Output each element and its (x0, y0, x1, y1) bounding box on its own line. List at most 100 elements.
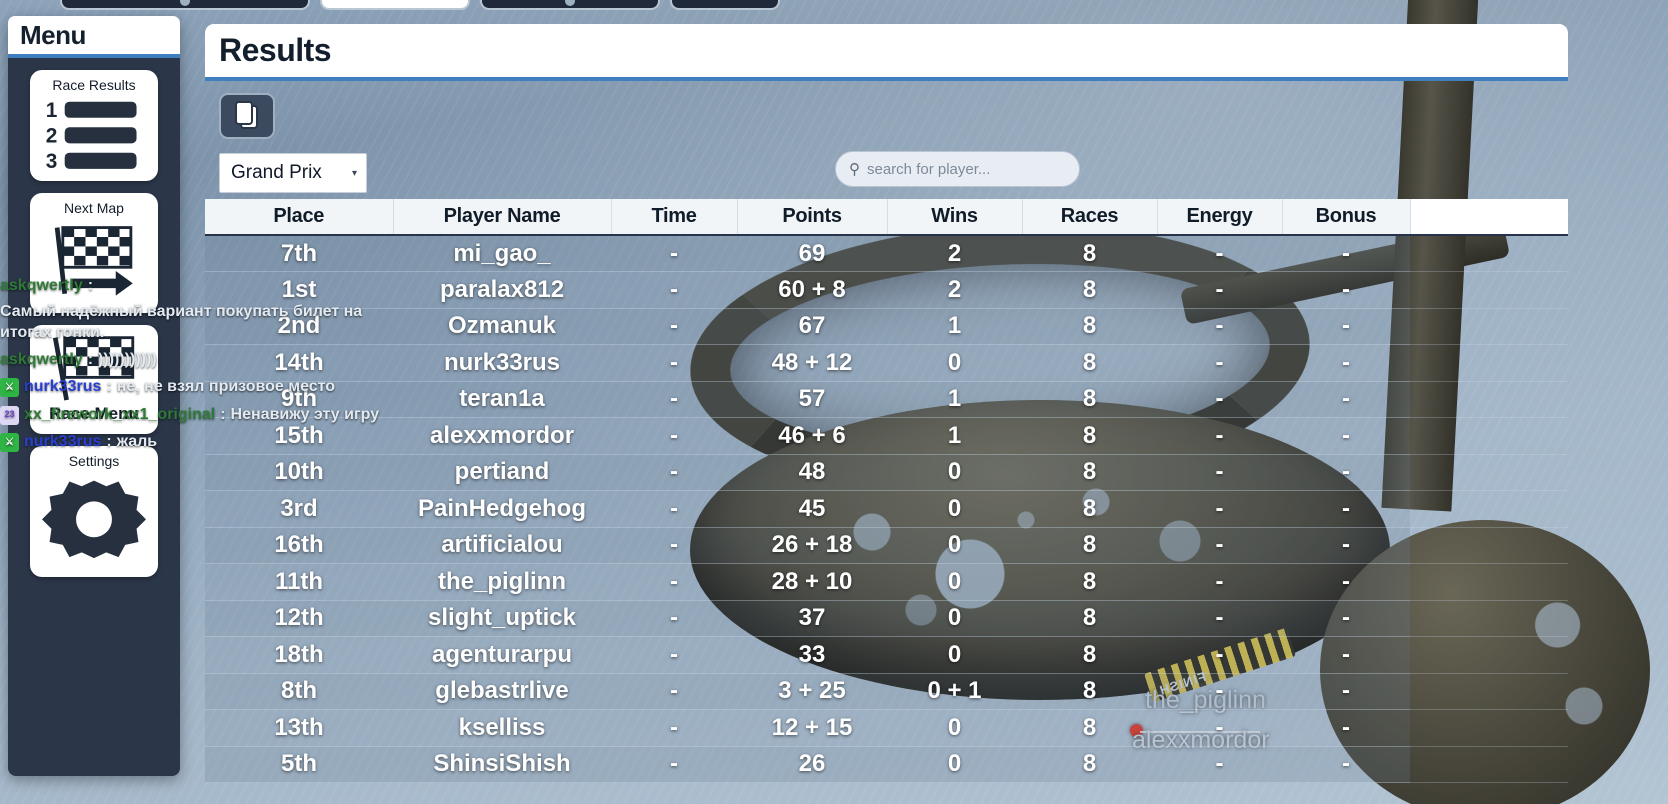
column-header-points[interactable]: Points (737, 199, 888, 235)
cell-wins: 0 (887, 563, 1022, 601)
cell-name: mi_gao_ (393, 235, 611, 272)
cell-races: 8 (1022, 308, 1157, 345)
column-header-races[interactable]: Races (1022, 199, 1158, 235)
cell-spacer (1410, 417, 1568, 455)
cell-time: - (611, 417, 737, 455)
search-input[interactable] (867, 160, 1066, 178)
svg-text:3: 3 (46, 150, 58, 171)
sidebar-item-race-menu[interactable]: Race Menu (30, 324, 158, 434)
cell-wins: 0 (887, 600, 1022, 637)
cell-bonus: - (1282, 308, 1410, 345)
column-header-wins[interactable]: Wins (887, 199, 1023, 235)
cell-energy: - (1157, 490, 1282, 528)
table-row[interactable]: 16th artificialou -26 + 18 0 8- - (205, 527, 1568, 564)
table-row[interactable]: 2nd Ozmanuk -67 1 8- - (205, 308, 1568, 345)
cell-time: - (611, 381, 737, 418)
cell-name: alexxmordor (393, 417, 611, 455)
cell-energy: - (1157, 709, 1282, 747)
cell-name: the_piglinn (393, 563, 611, 601)
cell-place: 14th (205, 344, 393, 382)
cell-races: 8 (1022, 417, 1157, 455)
cell-spacer (1410, 344, 1568, 382)
column-header-time[interactable]: Time (611, 199, 738, 235)
cell-spacer (1410, 600, 1568, 637)
cell-wins: 1 (887, 308, 1022, 345)
table-row[interactable]: 11th the_piglinn -28 + 10 0 8- - (205, 563, 1568, 601)
cell-time: - (611, 490, 737, 528)
cell-energy: - (1157, 417, 1282, 455)
cell-races: 8 (1022, 746, 1157, 783)
sidebar-item-race-results[interactable]: Race Results 1 2 3 (30, 70, 158, 181)
sidebar-menu: Menu Race Results 1 2 3 Next Map Race Me… (8, 16, 180, 776)
cell-spacer (1410, 381, 1568, 418)
table-row[interactable]: 14th nurk33rus -48 + 12 0 8- - (205, 344, 1568, 382)
copy-button[interactable] (219, 93, 275, 139)
cell-name: slight_uptick (393, 600, 611, 637)
table-row[interactable]: 7th mi_gao_ -69 2 8- - (205, 235, 1568, 272)
results-toolbar: Grand Prix ▾ ⚲ (205, 81, 1568, 199)
cell-energy: - (1157, 308, 1282, 345)
table-row[interactable]: 9th teran1a -57 1 8- - (205, 381, 1568, 418)
cell-spacer (1410, 235, 1568, 272)
cell-place: 2nd (205, 308, 393, 345)
tab-dot-icon (565, 0, 575, 6)
cell-bonus: - (1282, 271, 1410, 309)
cell-time: - (611, 636, 737, 674)
top-tab-3[interactable] (480, 0, 660, 10)
cell-time: - (611, 235, 737, 272)
table-row[interactable]: 10th pertiand -48 0 8- - (205, 454, 1568, 491)
cell-points: 57 (737, 381, 887, 418)
column-header-energy[interactable]: Energy (1157, 199, 1283, 235)
cell-place: 11th (205, 563, 393, 601)
top-tab-1[interactable] (60, 0, 310, 10)
top-tab-4[interactable] (670, 0, 780, 10)
table-row[interactable]: 13th kselliss -12 + 15 0 8- - (205, 709, 1568, 747)
cell-points: 46 + 6 (737, 417, 887, 455)
cell-time: - (611, 454, 737, 491)
table-row[interactable]: 1st paralax812-60 + 828-- (205, 271, 1568, 309)
cell-energy: - (1157, 673, 1282, 710)
table-row[interactable]: 15th alexxmordor -46 + 618-- (205, 417, 1568, 455)
column-header-player-name[interactable]: Player Name (393, 199, 612, 235)
cell-points: 69 (737, 235, 887, 272)
table-row[interactable]: 5th ShinsiShish -26 0 8- - (205, 746, 1568, 783)
cell-time: - (611, 673, 737, 710)
cell-wins: 0 (887, 454, 1022, 491)
copy-icon (235, 101, 258, 129)
cell-bonus: - (1282, 235, 1410, 272)
mode-select[interactable]: Grand Prix ▾ (219, 153, 367, 193)
cell-energy: - (1157, 600, 1282, 637)
cell-points: 45 (737, 490, 887, 528)
cell-bonus: - (1282, 381, 1410, 418)
cell-spacer (1410, 490, 1568, 528)
cell-bonus: - (1282, 344, 1410, 382)
mode-select-value: Grand Prix (231, 162, 322, 183)
column-header-spacer (1410, 199, 1568, 235)
sidebar-item-settings[interactable]: Settings (30, 445, 158, 578)
column-header-place[interactable]: Place (205, 199, 394, 235)
cell-races: 8 (1022, 673, 1157, 710)
table-row[interactable]: 3rd PainHedgehog -45 0 8- - (205, 490, 1568, 528)
top-tab-2-active[interactable] (320, 0, 470, 10)
ordered-list-icon: 1 2 3 (46, 99, 137, 171)
table-row[interactable]: 8th glebastrlive -3 + 25 0 + 18-- (205, 673, 1568, 710)
cell-races: 8 (1022, 454, 1157, 491)
column-header-bonus[interactable]: Bonus (1282, 199, 1411, 235)
chevron-down-icon: ▾ (351, 167, 357, 179)
sidebar-item-next-map[interactable]: Next Map (30, 192, 158, 313)
cell-wins: 0 (887, 746, 1022, 783)
table-row[interactable]: 12th slight_uptick -37 0 8- - (205, 600, 1568, 637)
tab-dot-icon (180, 0, 190, 6)
menu-title: Menu (8, 16, 180, 58)
cell-bonus: - (1282, 673, 1410, 710)
cell-place: 18th (205, 636, 393, 674)
results-table-head: Place Player Name Time Points Wins Races… (205, 199, 1568, 235)
cell-time: - (611, 746, 737, 783)
cell-time: - (611, 527, 737, 564)
sidebar-item-label: Settings (68, 452, 120, 469)
browser-tab-strip (0, 0, 1668, 12)
cell-energy: - (1157, 746, 1282, 783)
search-box[interactable]: ⚲ (835, 151, 1080, 187)
table-row[interactable]: 18th agenturarpu -33 0 8- - (205, 636, 1568, 674)
cell-place: 10th (205, 454, 393, 491)
